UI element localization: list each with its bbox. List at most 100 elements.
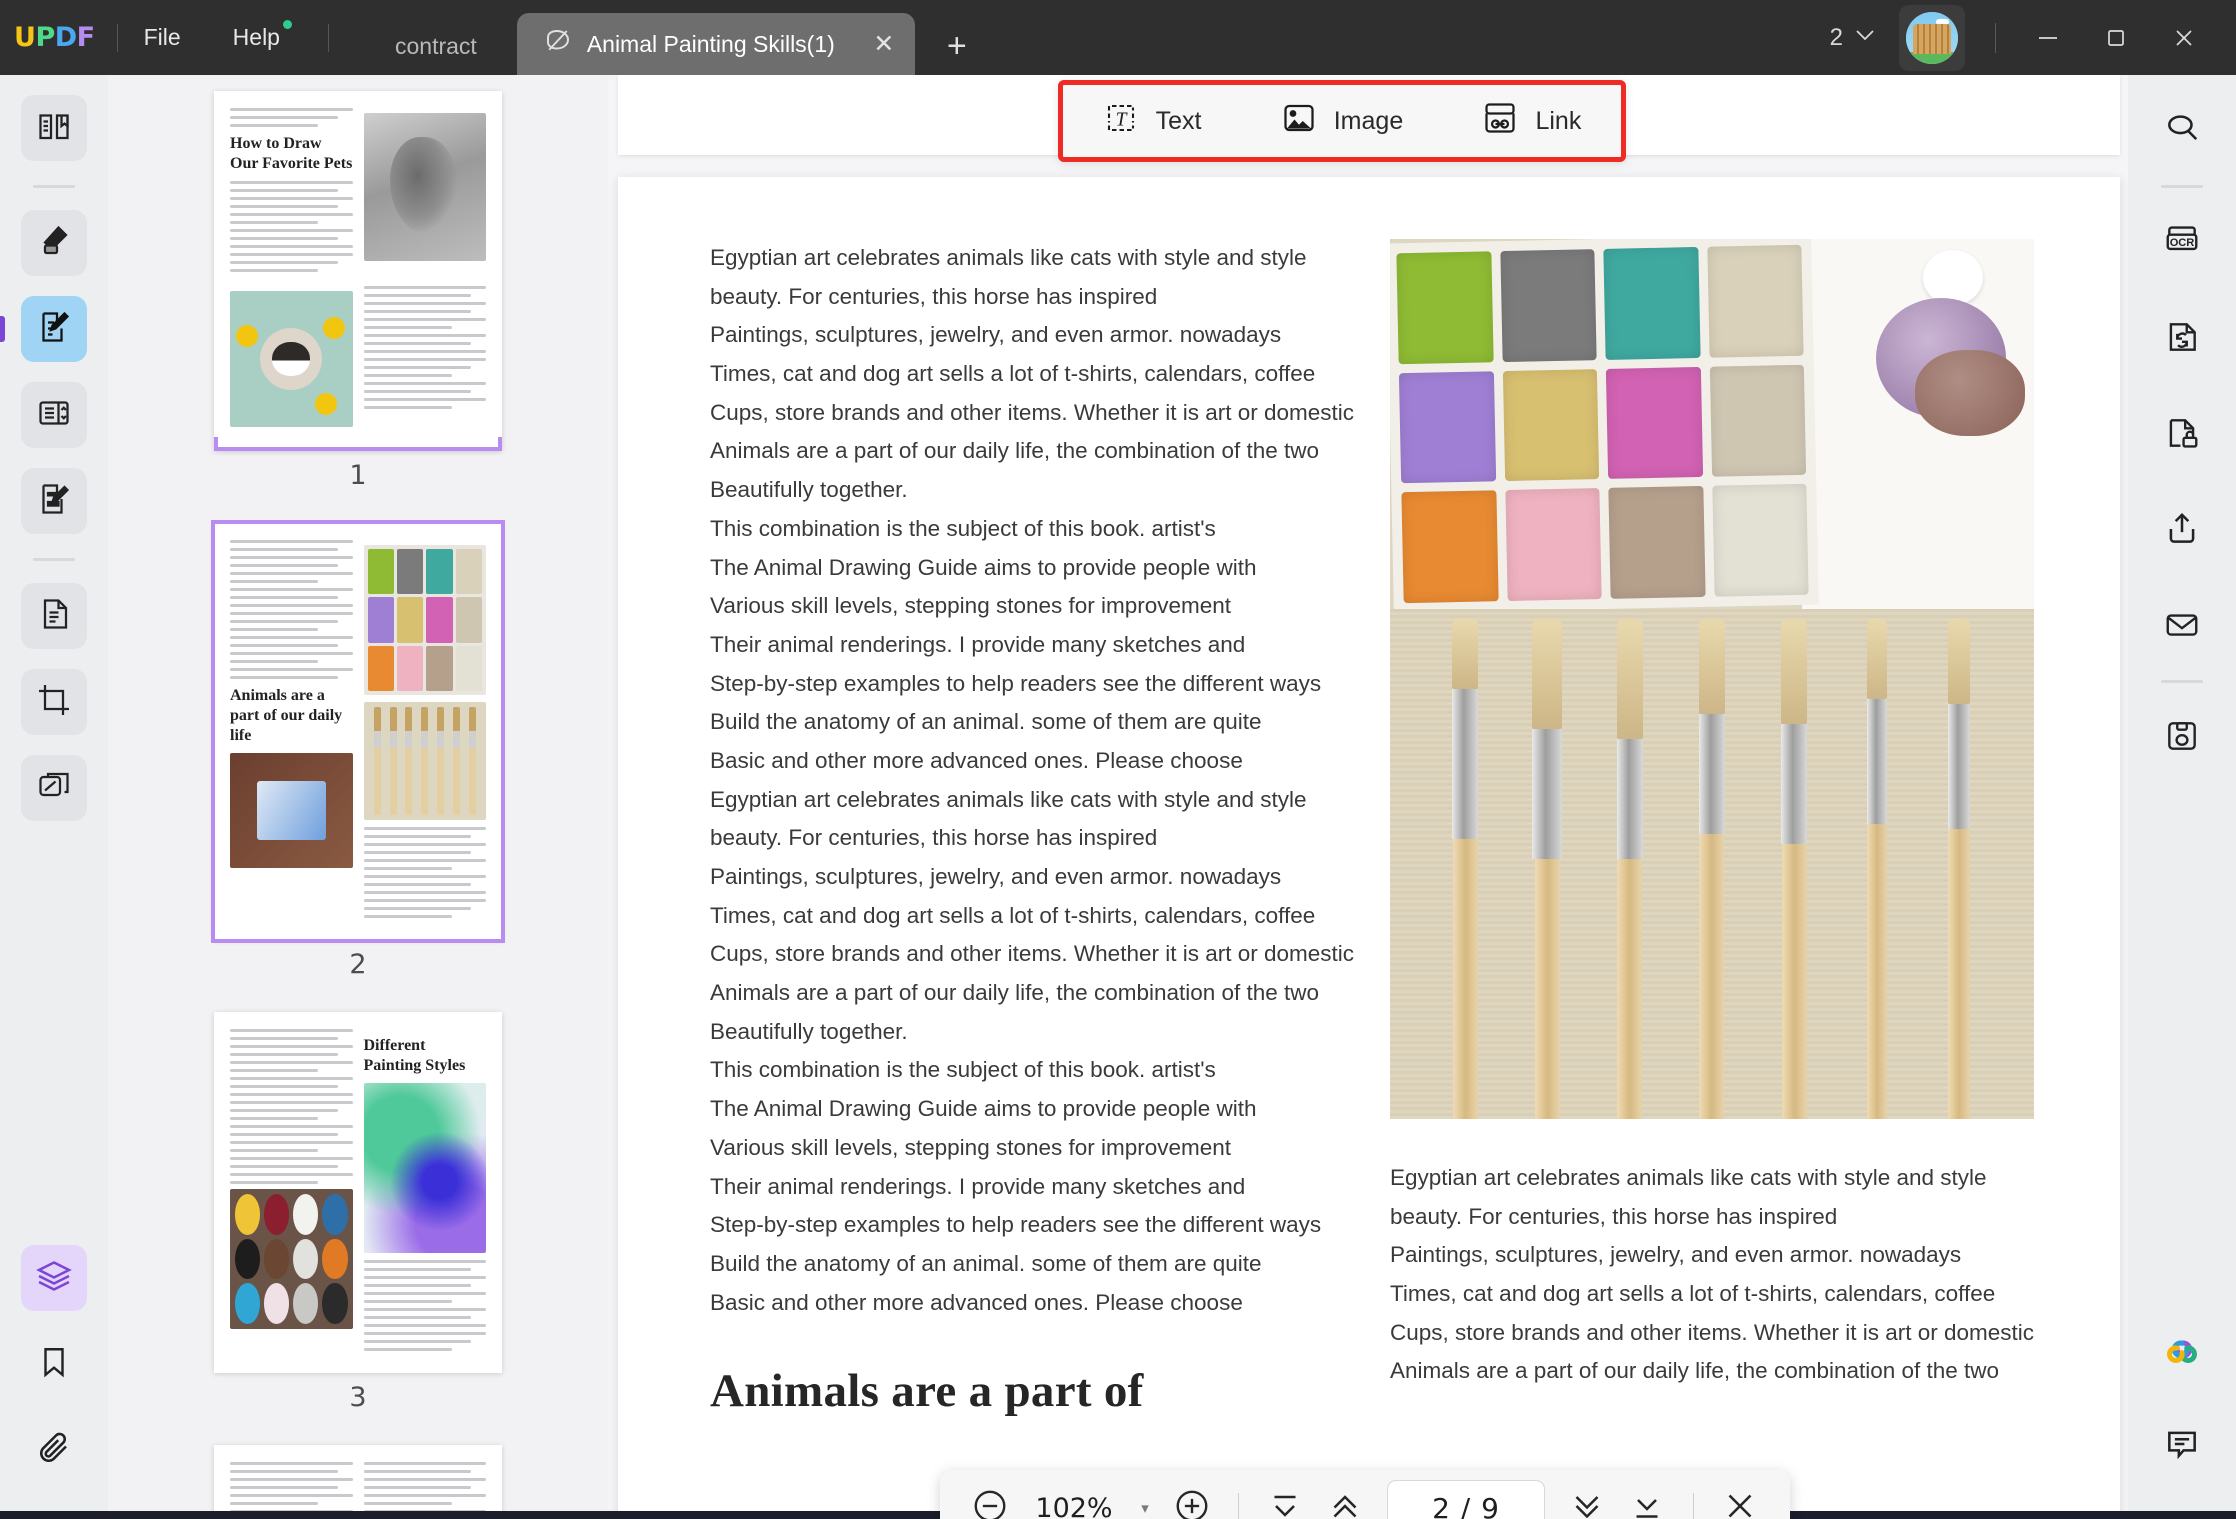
page-thumbnail-1[interactable]: How to Draw Our Favorite Pets	[214, 91, 502, 451]
email-envelope-icon	[2163, 606, 2201, 649]
ai-assistant-icon	[2159, 1325, 2205, 1376]
thumbnail-item[interactable]: How to Draw Our Favorite Pets 1	[108, 91, 608, 517]
rail-divider-1	[33, 185, 75, 188]
thumb1-image-col	[363, 108, 486, 277]
convert-file-icon	[36, 596, 72, 637]
thumbnail-item[interactable]: Animals are a part of our daily life 2	[108, 520, 608, 1006]
protect-button[interactable]	[2149, 402, 2215, 468]
thumb1-photo-col	[230, 286, 353, 434]
sidebar-item-annotate[interactable]	[21, 468, 87, 534]
edit-text-button[interactable]: T Text	[1095, 100, 1210, 143]
search-button[interactable]	[2149, 97, 2215, 163]
maximize-button[interactable]	[2082, 0, 2150, 75]
text-tool-icon: T	[1103, 100, 1139, 143]
menu-help[interactable]: Help	[207, 0, 306, 75]
first-page-icon	[1267, 1488, 1303, 1519]
edit-content-toolbar[interactable]: T Text Image Link	[1058, 80, 1626, 162]
doc-line: Animals are a part of our daily life, th…	[710, 438, 1320, 464]
account-menu[interactable]: 2	[1820, 24, 1887, 52]
email-button[interactable]	[2149, 594, 2215, 660]
paint-bowls-image	[230, 1189, 353, 1329]
avatar[interactable]	[1899, 4, 1965, 71]
close-icon[interactable]: ✕	[867, 27, 901, 61]
ocr-button[interactable]: OCR	[2149, 210, 2215, 276]
comments-button[interactable]	[2149, 1413, 2215, 1479]
sidebar-item-reader[interactable]	[21, 95, 87, 161]
left-tool-rail	[0, 75, 108, 1519]
doc-line: Cups, store brands and other items. Whet…	[710, 941, 1355, 967]
watercolor-palette-and-brushes-photo[interactable]	[1390, 239, 2035, 1119]
thumb1-text-col: How to Draw Our Favorite Pets	[230, 108, 353, 277]
thumbnail-item[interactable]: Different Painting Styles 3	[108, 1012, 608, 1439]
dog-portrait-flowers-image	[230, 291, 353, 427]
thumb3-heading: Different Painting Styles	[363, 1037, 466, 1074]
menu-help-label: Help	[232, 24, 280, 50]
watercolor-palette-brushes-image	[363, 545, 486, 695]
layers-icon	[36, 1258, 72, 1299]
menu-file[interactable]: File	[118, 0, 207, 75]
edit-link-button[interactable]: Link	[1474, 100, 1589, 143]
logo-letter-d: D	[54, 22, 77, 53]
previous-page-button[interactable]	[1317, 1480, 1373, 1519]
svg-text:OCR: OCR	[2170, 236, 2195, 248]
sidebar-item-bookmark[interactable]	[21, 1331, 87, 1397]
sidebar-item-crop[interactable]	[21, 669, 87, 735]
zoom-in-icon	[1173, 1487, 1211, 1519]
edit-image-button[interactable]: Image	[1273, 100, 1411, 143]
sidebar-item-edit-pdf[interactable]	[21, 296, 87, 362]
minimize-button[interactable]	[2014, 0, 2082, 75]
edit-image-label: Image	[1333, 106, 1404, 135]
page-thumbnail-2[interactable]: Animals are a part of our daily life	[211, 520, 505, 943]
doc-line: Build the anatomy of an animal. some of …	[710, 1250, 1262, 1276]
sidebar-item-highlighter[interactable]	[21, 210, 87, 276]
page-number-label: 2	[349, 949, 367, 980]
next-page-button[interactable]	[1559, 1480, 1615, 1519]
menu-divider-right	[327, 23, 329, 52]
protect-lock-icon	[2163, 414, 2201, 457]
sidebar-item-layers[interactable]	[21, 1245, 87, 1311]
doc-line: Animals are a part of our daily life, th…	[710, 980, 1320, 1006]
painting-desk-image	[230, 753, 353, 868]
doc-line: Times, cat and dog art sells a lot of t-…	[710, 902, 1316, 928]
page-navigation-toolbar[interactable]: 102% ▾ 2 / 9	[940, 1470, 1790, 1519]
thumbnail-item[interactable]: 4	[108, 1445, 608, 1519]
paint-brushes-row	[1390, 608, 2035, 1119]
ai-assistant-button[interactable]	[2149, 1317, 2215, 1383]
pdf-page-2[interactable]: Egyptian art celebrates animals like cat…	[618, 177, 2120, 1519]
highlighter-marker-icon	[36, 223, 72, 264]
close-toolbar-icon	[1722, 1488, 1758, 1519]
palette-mixing-area	[1802, 239, 2035, 609]
doc-line: The Animal Drawing Guide aims to provide…	[710, 1096, 1257, 1122]
page-thumbnail-panel[interactable]: How to Draw Our Favorite Pets 1 Animals …	[108, 75, 608, 1519]
share-upload-icon	[2163, 510, 2201, 553]
bookmark-icon	[37, 1345, 71, 1384]
close-button[interactable]	[2150, 0, 2218, 75]
last-page-button[interactable]	[1619, 1480, 1675, 1519]
sidebar-item-compare[interactable]	[21, 755, 87, 821]
zoom-in-button[interactable]	[1164, 1480, 1220, 1519]
first-page-button[interactable]	[1257, 1480, 1313, 1519]
sidebar-item-convert[interactable]	[21, 583, 87, 649]
close-toolbar-button[interactable]	[1712, 1480, 1768, 1519]
zoom-dropdown-caret[interactable]: ▾	[1130, 1499, 1160, 1517]
page-indicator[interactable]: 2 / 9	[1387, 1480, 1545, 1519]
tab-contract-label: contract	[394, 32, 477, 59]
window-controls-divider	[1995, 22, 1996, 53]
sidebar-item-organize-pages[interactable]	[21, 382, 87, 448]
page-thumbnail-4[interactable]	[214, 1445, 502, 1519]
page-thumbnail-3[interactable]: Different Painting Styles	[214, 1012, 502, 1373]
doc-line: Various skill levels, stepping stones fo…	[710, 1134, 1232, 1160]
new-tab-button[interactable]: +	[935, 24, 979, 68]
document-viewport[interactable]: Egyptian art celebrates animals like cat…	[608, 75, 2128, 1519]
doc-line: Cups, store brands and other items. Whet…	[710, 399, 1355, 425]
convert-button[interactable]	[2149, 306, 2215, 372]
zoom-level-value[interactable]: 102%	[1022, 1493, 1126, 1519]
tab-animal-painting-skills[interactable]: Animal Painting Skills(1) ✕	[516, 13, 915, 75]
tab-contract[interactable]: contract	[355, 17, 517, 75]
save-button[interactable]	[2149, 705, 2215, 771]
zoom-out-button[interactable]	[962, 1480, 1018, 1519]
doc-line: Animals are a part of our daily life, th…	[1390, 1358, 2000, 1384]
updf-logo[interactable]: U P D F	[14, 22, 95, 53]
sidebar-item-attachment[interactable]	[21, 1417, 87, 1483]
share-button[interactable]	[2149, 498, 2215, 564]
